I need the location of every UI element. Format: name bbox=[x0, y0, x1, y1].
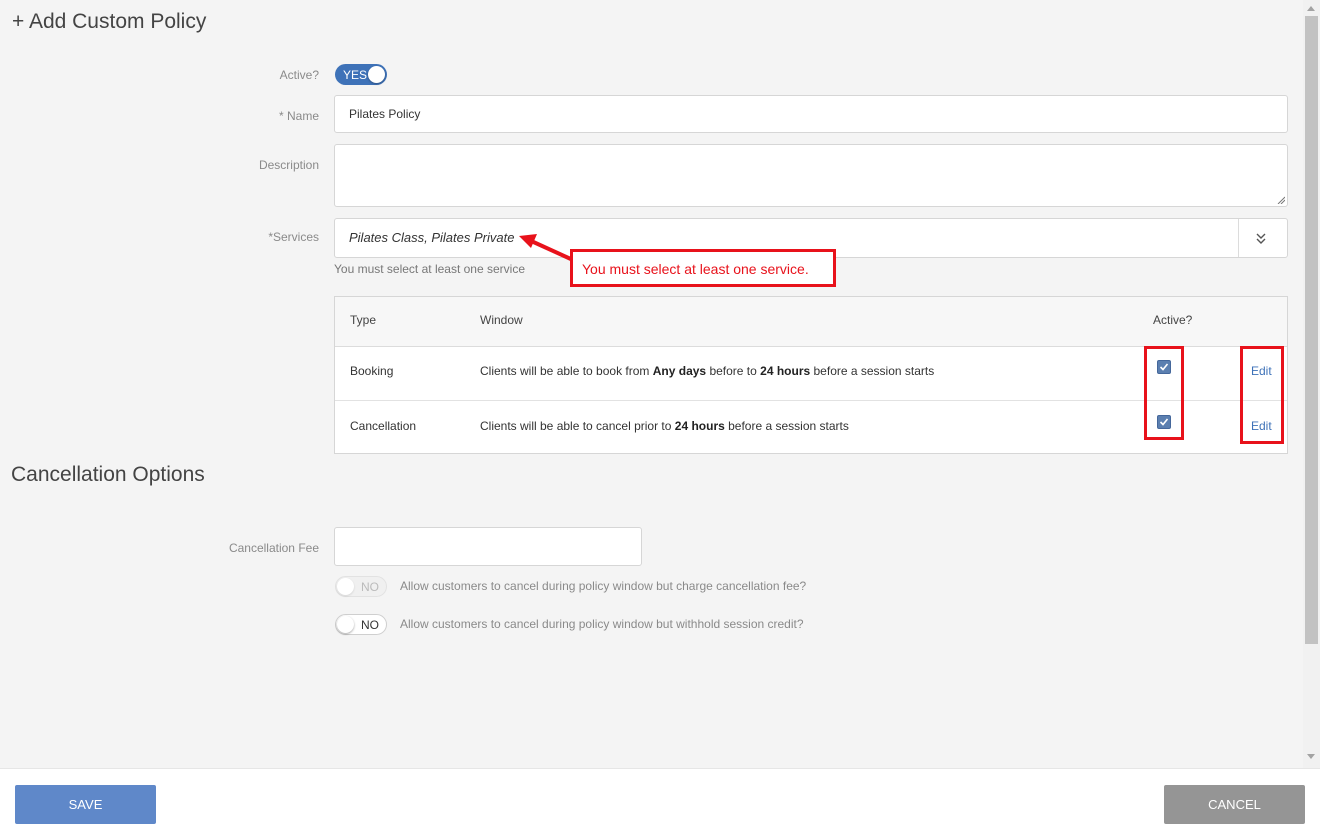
scroll-thumb[interactable] bbox=[1305, 16, 1318, 644]
active-label: Active? bbox=[279, 68, 319, 82]
cancellation-fee-input[interactable] bbox=[334, 527, 642, 566]
table-header: Type Window Active? bbox=[335, 297, 1287, 347]
cancel-button[interactable]: CANCEL bbox=[1164, 785, 1305, 824]
row-type: Booking bbox=[350, 364, 394, 378]
description-textarea[interactable] bbox=[334, 144, 1288, 207]
withhold-credit-toggle[interactable]: NO bbox=[335, 614, 387, 635]
name-label: * Name bbox=[278, 109, 319, 123]
charge-fee-toggle[interactable]: NO bbox=[335, 576, 387, 597]
save-button[interactable]: SAVE bbox=[15, 785, 156, 824]
header-window: Window bbox=[480, 313, 523, 327]
page-title: + Add Custom Policy bbox=[12, 10, 207, 33]
form-footer: SAVE CANCEL bbox=[0, 768, 1320, 835]
row-window: Clients will be able to cancel prior to … bbox=[480, 419, 849, 433]
header-type: Type bbox=[350, 313, 377, 327]
cancellation-fee-label: Cancellation Fee bbox=[228, 541, 319, 555]
charge-fee-toggle-label: NO bbox=[361, 580, 379, 594]
scroll-up-icon[interactable] bbox=[1307, 6, 1315, 11]
annotation-callout: You must select at least one service. bbox=[570, 249, 836, 287]
section-title-cancellation: Cancellation Options bbox=[11, 463, 205, 486]
services-label: *Services bbox=[268, 230, 319, 244]
header-active: Active? bbox=[1153, 313, 1193, 327]
callout-text: You must select at least one service. bbox=[582, 261, 809, 277]
row-window: Clients will be able to book from Any da… bbox=[480, 364, 935, 378]
toggle-knob bbox=[337, 578, 354, 595]
annotation-arrow-icon bbox=[519, 234, 574, 262]
services-helper-text: You must select at least one service bbox=[334, 262, 525, 276]
active-toggle[interactable]: YES bbox=[335, 64, 387, 85]
double-chevron-down-icon[interactable] bbox=[1253, 231, 1269, 247]
dropdown-divider bbox=[1238, 219, 1239, 257]
resize-grip-icon[interactable] bbox=[1277, 196, 1285, 204]
name-input[interactable]: Pilates Policy bbox=[334, 95, 1288, 133]
toggle-knob bbox=[368, 66, 385, 83]
charge-fee-option-text: Allow customers to cancel during policy … bbox=[400, 579, 807, 593]
annotation-box-active bbox=[1144, 346, 1184, 440]
row-type: Cancellation bbox=[350, 419, 417, 433]
description-label: Description bbox=[258, 158, 319, 172]
withhold-credit-toggle-label: NO bbox=[361, 618, 379, 632]
scroll-down-icon[interactable] bbox=[1307, 754, 1315, 759]
toggle-knob bbox=[337, 616, 354, 633]
active-toggle-label: YES bbox=[343, 68, 368, 82]
withhold-credit-option-text: Allow customers to cancel during policy … bbox=[400, 617, 804, 631]
policy-form-page: + Add Custom Policy Active? YES * Name P… bbox=[0, 0, 1303, 768]
annotation-box-edit bbox=[1240, 346, 1284, 444]
